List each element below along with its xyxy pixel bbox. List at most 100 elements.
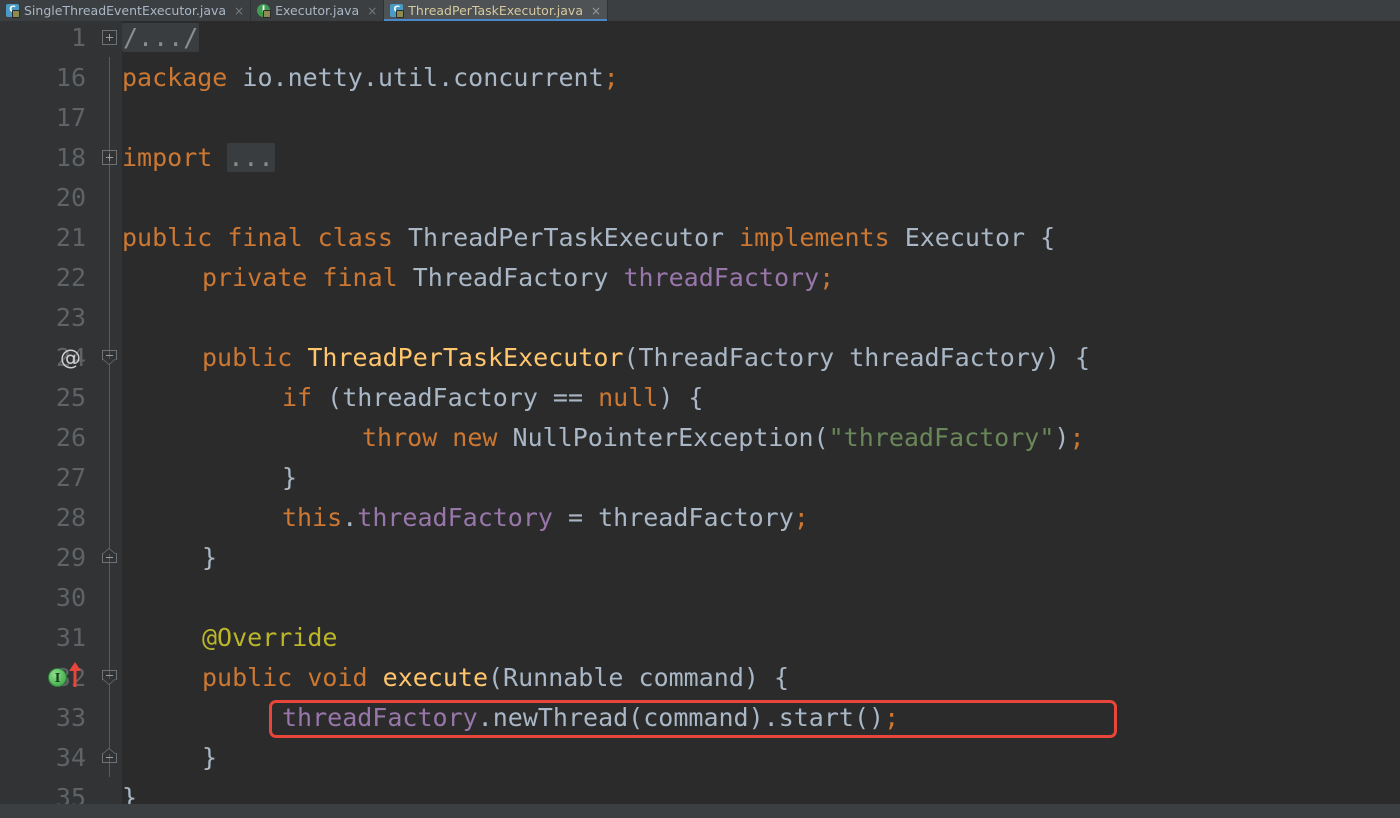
code-token: if bbox=[282, 383, 313, 412]
code-token: } bbox=[282, 463, 298, 492]
code-token: ) { bbox=[658, 383, 704, 412]
code-line-31[interactable]: @Override bbox=[202, 618, 337, 658]
editor-tab-0[interactable]: C SingleThreadEventExecutor.java × bbox=[0, 0, 252, 21]
editor-tab-label: ThreadPerTaskExecutor.java bbox=[408, 3, 583, 18]
overrides-method-marker-icon[interactable]: @ bbox=[60, 338, 81, 378]
fold-marker-line-18[interactable] bbox=[102, 150, 117, 165]
code-token: } bbox=[202, 543, 218, 572]
code-token: throw new bbox=[362, 423, 498, 452]
code-token: } bbox=[202, 743, 218, 772]
line-number-gutter[interactable]: 1 16 17 18 20 21 22 23 24 25 26 27 28 29 30 31 32 33 34 35 @… bbox=[0, 21, 98, 812]
code-token: ) bbox=[1054, 423, 1070, 452]
editor-tab-bar: CSingleThreadEventExecutor.java×IExecuto… bbox=[0, 0, 1400, 21]
code-token: = threadFactory bbox=[552, 503, 794, 532]
code-token: public bbox=[202, 343, 293, 372]
code-token: ; bbox=[603, 63, 619, 92]
code-line-27[interactable]: } bbox=[282, 458, 297, 498]
code-token: public final class bbox=[122, 223, 393, 252]
line-number: 34 bbox=[55, 743, 86, 772]
line-number: 16 bbox=[55, 63, 86, 92]
code-token: threadFactory bbox=[282, 703, 478, 732]
code-token: ; bbox=[793, 503, 809, 532]
code-line-26[interactable]: throw new NullPointerException("threadFa… bbox=[362, 418, 1085, 458]
editor-tab-label: SingleThreadEventExecutor.java bbox=[24, 3, 227, 18]
line-number: 22 bbox=[55, 263, 86, 292]
code-token: ; bbox=[1069, 423, 1085, 452]
line-number: 29 bbox=[55, 543, 86, 572]
line-number: 21 bbox=[55, 223, 86, 252]
code-line-1[interactable]: /.../ bbox=[122, 21, 200, 58]
editor-bottom-bar bbox=[0, 804, 1400, 818]
code-token: ThreadPerTaskExecutor bbox=[307, 343, 624, 372]
tab-close-icon[interactable]: × bbox=[591, 5, 601, 17]
code-line-29[interactable]: } bbox=[202, 538, 217, 578]
code-line-34[interactable]: } bbox=[202, 738, 217, 778]
code-line-35[interactable]: } bbox=[122, 778, 137, 804]
editor-tab-2[interactable]: CThreadPerTaskExecutor.java × bbox=[384, 0, 609, 21]
editor-tab-1[interactable]: IExecutor.java × bbox=[251, 0, 385, 21]
lock-overlay-icon bbox=[12, 10, 20, 18]
line-number: 31 bbox=[55, 623, 86, 652]
code-token: null bbox=[598, 383, 659, 412]
code-token: .newThread(command).start() bbox=[477, 703, 885, 732]
code-text-area[interactable]: /.../ package io.netty.util.concurrent; im… bbox=[122, 21, 1400, 804]
code-token: implements bbox=[739, 223, 890, 252]
code-folding-strip[interactable] bbox=[98, 21, 122, 804]
navigate-to-super-arrow-icon[interactable] bbox=[68, 662, 82, 688]
lock-overlay-icon bbox=[396, 10, 405, 18]
code-line-18[interactable]: import ... bbox=[122, 138, 275, 178]
code-token: NullPointerException( bbox=[497, 423, 829, 452]
line-number: 28 bbox=[55, 503, 86, 532]
implements-method-marker-icon[interactable]: I bbox=[48, 668, 67, 687]
code-token: private final bbox=[202, 263, 398, 292]
java-class-icon: C bbox=[6, 4, 20, 18]
code-token: threadFactory bbox=[623, 263, 820, 292]
code-token: Executor { bbox=[889, 223, 1056, 252]
line-number: 23 bbox=[55, 303, 86, 332]
code-token: ; bbox=[819, 263, 835, 292]
line-number: 20 bbox=[55, 183, 86, 212]
code-line-28[interactable]: this.threadFactory = threadFactory; bbox=[282, 498, 809, 538]
line-number: 30 bbox=[55, 583, 86, 612]
code-token: ; bbox=[884, 703, 900, 732]
code-token: . bbox=[342, 503, 358, 532]
code-token: ThreadPerTaskExecutor bbox=[392, 223, 740, 252]
code-token: (ThreadFactory threadFactory) { bbox=[623, 343, 1091, 372]
code-line-21[interactable]: public final class ThreadPerTaskExecutor… bbox=[122, 218, 1055, 258]
code-editor: 1 16 17 18 20 21 22 23 24 25 26 27 28 29 30 31 32 33 34 35 @… bbox=[0, 21, 1400, 812]
code-token: package bbox=[122, 63, 228, 92]
code-token: /.../ bbox=[122, 23, 200, 52]
tab-close-icon[interactable]: × bbox=[367, 5, 377, 17]
fold-marker-line-1[interactable] bbox=[102, 30, 117, 45]
line-number: 33 bbox=[55, 703, 86, 732]
code-token: (Runnable command) { bbox=[488, 663, 790, 692]
code-token: (threadFactory == bbox=[312, 383, 599, 412]
code-line-33[interactable]: threadFactory.newThread(command).start()… bbox=[282, 698, 899, 738]
code-token: import bbox=[122, 143, 213, 172]
editor-tab-label: Executor.java bbox=[275, 3, 360, 18]
line-number: 26 bbox=[55, 423, 86, 452]
fold-marker-line-32[interactable] bbox=[102, 670, 117, 685]
code-token: "threadFactory" bbox=[828, 423, 1055, 452]
fold-marker-line-29[interactable] bbox=[102, 548, 117, 563]
code-token: @Override bbox=[202, 623, 338, 652]
code-token: } bbox=[122, 783, 138, 804]
fold-guide-line bbox=[109, 57, 110, 777]
code-line-24[interactable]: public ThreadPerTaskExecutor(ThreadFacto… bbox=[202, 338, 1090, 378]
tab-close-icon[interactable]: × bbox=[234, 5, 244, 17]
line-number: 18 bbox=[55, 143, 86, 172]
code-line-16[interactable]: package io.netty.util.concurrent; bbox=[122, 58, 619, 98]
line-number: 17 bbox=[55, 103, 86, 132]
code-line-22[interactable]: private final ThreadFactory threadFactor… bbox=[202, 258, 834, 298]
lock-overlay-icon bbox=[263, 10, 272, 18]
code-token: threadFactory bbox=[357, 503, 553, 532]
code-token: public void bbox=[202, 663, 368, 692]
code-token: ThreadFactory bbox=[397, 263, 624, 292]
fold-marker-line-24[interactable] bbox=[102, 350, 117, 365]
code-line-32[interactable]: public void execute(Runnable command) { bbox=[202, 658, 789, 698]
fold-marker-line-34[interactable] bbox=[102, 748, 117, 763]
code-line-25[interactable]: if (threadFactory == null) { bbox=[282, 378, 703, 418]
